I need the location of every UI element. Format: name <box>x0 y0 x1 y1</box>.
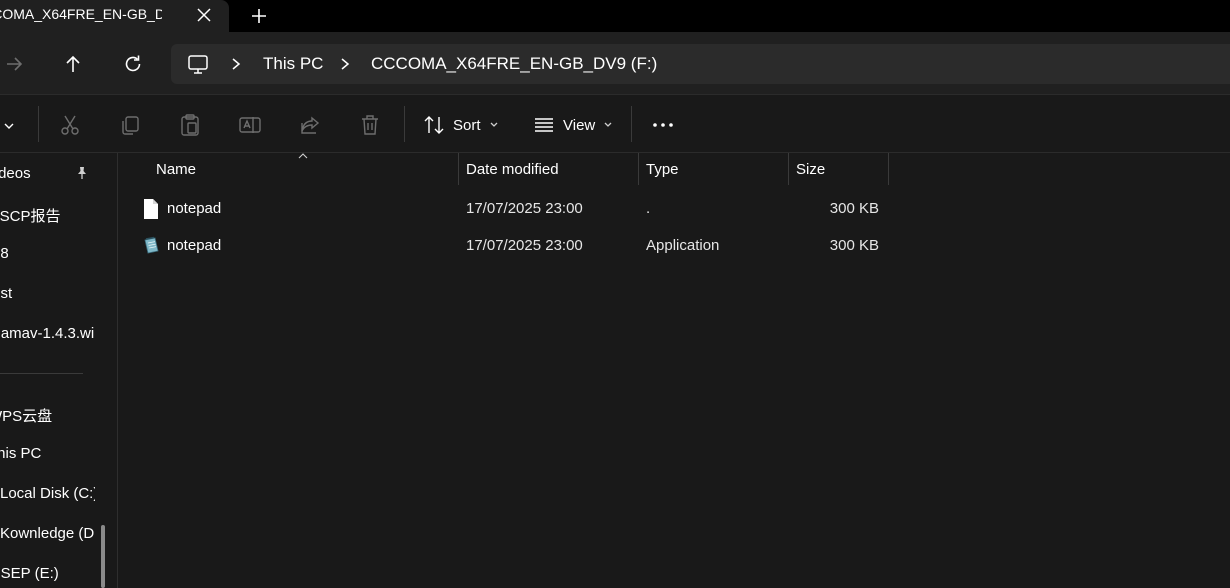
cut-icon[interactable] <box>58 113 82 137</box>
file-date: 17/07/2025 23:00 <box>466 200 583 217</box>
sidebar-item-label: OSEP (E:) <box>0 565 59 582</box>
sidebar-item-local-disk-c[interactable]: Local Disk (C:) <box>0 485 95 509</box>
file-type: . <box>646 200 651 217</box>
column-header-label: Date modified <box>466 161 559 178</box>
view-list-icon <box>535 118 553 132</box>
sidebar-scrollbar[interactable] <box>101 525 105 588</box>
paste-icon[interactable] <box>178 113 202 137</box>
monitor-icon <box>188 55 208 74</box>
sort-label: Sort <box>453 116 481 134</box>
view-button[interactable]: View <box>533 110 613 140</box>
sidebar-item-this-pc[interactable]: This PC <box>0 445 95 469</box>
toolbar-separator <box>38 106 39 142</box>
refresh-icon[interactable] <box>121 52 145 76</box>
sort-icon <box>424 116 444 134</box>
arrow-right-icon[interactable] <box>2 52 26 76</box>
sidebar-item-label: Local Disk (C:) <box>0 485 95 502</box>
sidebar-item-kownledge-d[interactable]: Kownledge (D:) <box>0 525 95 549</box>
more-icon[interactable] <box>651 113 675 137</box>
toolbar-separator <box>631 106 632 142</box>
sidebar-item-wps-cloud[interactable]: WPS云盘 <box>0 405 95 429</box>
sidebar-item-label: Kownledge (D:) <box>0 525 95 542</box>
file-size: 300 KB <box>829 237 879 254</box>
sidebar-item-oscp-report[interactable]: OSCP报告 <box>0 205 95 229</box>
view-label: View <box>563 116 596 134</box>
chevron-right-icon[interactable] <box>338 56 352 72</box>
column-header-date[interactable]: Date modified <box>458 153 638 185</box>
sidebar-item-label: test <box>0 285 13 302</box>
rename-icon[interactable] <box>238 113 262 137</box>
file-name: notepad <box>167 237 222 254</box>
sidebar-divider <box>0 373 83 374</box>
navigation-bar: This PC CCCOMA_X64FRE_EN-GB_DV9 (F:) <box>0 32 1230 95</box>
notepad-app-icon <box>144 236 159 254</box>
sidebar-item-label: Videos <box>0 165 31 182</box>
column-header-label: Name <box>156 161 197 178</box>
file-size: 300 KB <box>829 200 879 217</box>
file-list: Name Date modified Type Size notepad 17/… <box>118 153 1230 588</box>
column-header-name[interactable]: Name <box>148 153 458 185</box>
sidebar-item-label: clamav-1.4.3.win <box>0 325 95 342</box>
arrow-up-icon[interactable] <box>61 52 85 76</box>
column-header-label: Type <box>646 161 679 178</box>
blank-file-icon <box>144 199 158 219</box>
breadcrumb-drive[interactable]: CCCOMA_X64FRE_EN-GB_DV9 (F:) <box>371 54 657 74</box>
sidebar-item-78[interactable]: 78 <box>0 245 95 269</box>
column-header-label: Size <box>796 161 826 178</box>
tab-strip: CCCOMA_X64FRE_EN-GB_DV9 <box>0 0 1230 32</box>
delete-icon[interactable] <box>358 113 382 137</box>
column-divider[interactable] <box>888 153 889 185</box>
sidebar-item-test[interactable]: test <box>0 285 95 309</box>
sidebar-item-clamav[interactable]: clamav-1.4.3.win <box>0 325 95 349</box>
sidebar-item-osep-e[interactable]: OSEP (E:) <box>0 565 95 588</box>
file-row[interactable]: notepad 17/07/2025 23:00 . 300 KB <box>118 191 898 227</box>
sort-button[interactable]: Sort <box>423 110 499 140</box>
address-bar[interactable]: This PC CCCOMA_X64FRE_EN-GB_DV9 (F:) <box>171 44 1230 84</box>
sidebar-item-label: OSCP报告 <box>0 208 61 225</box>
tab-title: CCCOMA_X64FRE_EN-GB_DV9 <box>0 6 162 22</box>
tab-current-folder[interactable]: CCCOMA_X64FRE_EN-GB_DV9 <box>0 0 229 32</box>
file-date: 17/07/2025 23:00 <box>466 237 583 254</box>
navigation-pane: Videos OSCP报告 78 test clamav-1.4.3.win W… <box>0 153 117 588</box>
breadcrumb-this-pc[interactable]: This PC <box>263 54 323 74</box>
plus-icon[interactable] <box>248 5 270 27</box>
pin-icon[interactable] <box>75 166 89 180</box>
command-bar: Sort View <box>0 96 1230 153</box>
file-row[interactable]: notepad 17/07/2025 23:00 Application 300… <box>118 228 898 264</box>
chevron-down-icon <box>604 122 612 127</box>
share-icon[interactable] <box>298 113 322 137</box>
sidebar-item-label: This PC <box>0 445 42 462</box>
file-name: notepad <box>167 200 222 217</box>
sidebar-item-label: WPS云盘 <box>0 408 53 425</box>
chevron-down-icon[interactable] <box>3 121 15 131</box>
chevron-right-icon[interactable] <box>229 56 243 72</box>
column-header-size[interactable]: Size <box>788 153 888 185</box>
column-header-type[interactable]: Type <box>638 153 788 185</box>
sidebar-item-label: 78 <box>0 245 9 262</box>
file-type: Application <box>646 237 720 254</box>
toolbar-separator <box>404 106 405 142</box>
copy-icon[interactable] <box>118 113 142 137</box>
chevron-down-icon <box>490 122 497 127</box>
close-icon[interactable] <box>194 5 214 25</box>
